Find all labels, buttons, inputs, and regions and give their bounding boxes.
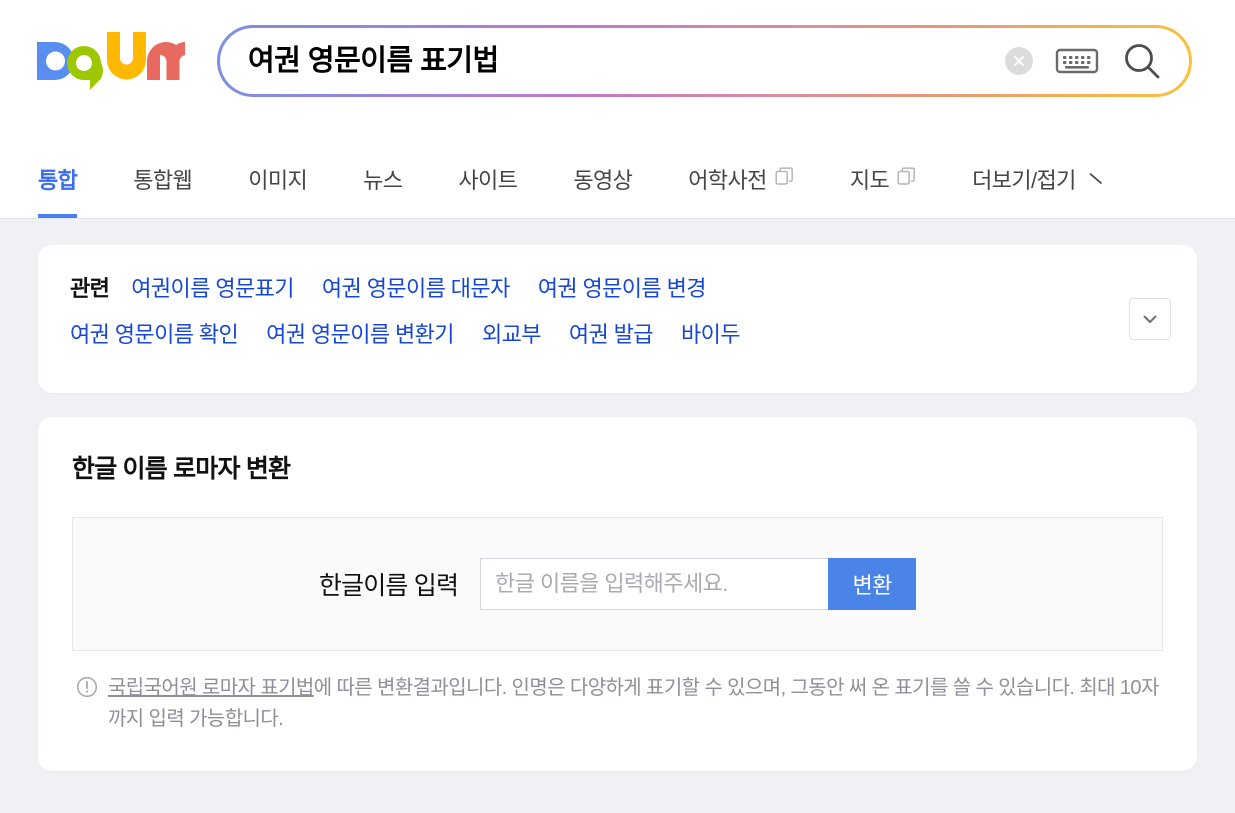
- tab-label: 동영상: [573, 168, 633, 193]
- related-keyword-link[interactable]: 여권 영문이름 확인: [70, 317, 239, 349]
- tab-통합[interactable]: 통합: [38, 143, 78, 218]
- chevron-down-icon: [1143, 315, 1157, 323]
- tab-통합웹[interactable]: 통합웹: [133, 143, 193, 218]
- tab-뉴스[interactable]: 뉴스: [363, 143, 403, 218]
- related-keyword-link[interactable]: 여권이름 영문표기: [131, 271, 294, 303]
- convert-button[interactable]: 변환: [828, 558, 917, 610]
- related-row: 관련 여권이름 영문표기 여권 영문이름 대문자 여권 영문이름 변경: [70, 271, 1097, 303]
- search-icon: [1125, 44, 1160, 79]
- external-link-icon: [897, 166, 916, 192]
- tab-label: 이미지: [248, 168, 308, 193]
- tab-지도[interactable]: 지도: [850, 143, 916, 218]
- page-header: [0, 0, 1235, 143]
- expand-related-button[interactable]: [1129, 298, 1171, 340]
- romanization-card: 한글 이름 로마자 변환 한글이름 입력 변환 국립국어원 로마자 표기법에 따…: [38, 417, 1197, 771]
- tab-label: 지도: [849, 168, 890, 193]
- header-inner: [0, 0, 1235, 97]
- search-tabs: 통합 통합웹 이미지 뉴스 사이트 동영상 어학사전 지도 더보기/접기: [0, 143, 1235, 219]
- tab-label: 더보기/접기: [972, 168, 1076, 193]
- related-row: 여권 영문이름 확인 여권 영문이름 변환기 외교부 여권 발급 바이두: [70, 317, 1097, 349]
- related-keywords-card: 관련 여권이름 영문표기 여권 영문이름 대문자 여권 영문이름 변경 여권 영…: [38, 245, 1197, 393]
- search-input[interactable]: [248, 39, 991, 83]
- romanization-input-label: 한글이름 입력: [318, 572, 459, 600]
- romanization-field-wrap: 변환: [480, 558, 917, 610]
- related-keyword-link[interactable]: 여권 영문이름 변경: [538, 271, 707, 303]
- related-keyword-link[interactable]: 여권 발급: [569, 317, 654, 349]
- tab-사이트[interactable]: 사이트: [458, 143, 518, 218]
- romanization-note-text: 국립국어원 로마자 표기법에 따른 변환결과입니다. 인명은 다양하게 표기할 …: [108, 673, 1163, 735]
- tab-이미지[interactable]: 이미지: [248, 143, 308, 218]
- romanization-note: 국립국어원 로마자 표기법에 따른 변환결과입니다. 인명은 다양하게 표기할 …: [72, 673, 1163, 735]
- daum-logo[interactable]: [35, 30, 185, 92]
- clear-search-button[interactable]: [1005, 47, 1033, 75]
- tab-label: 통합: [38, 168, 78, 193]
- related-keyword-link[interactable]: 여권 영문이름 대문자: [322, 271, 510, 303]
- tab-label: 뉴스: [363, 168, 403, 193]
- search-box: [217, 25, 1192, 97]
- related-keyword-rows: 관련 여권이름 영문표기 여권 영문이름 대문자 여권 영문이름 변경 여권 영…: [70, 271, 1167, 349]
- romanization-input-box: 한글이름 입력 변환: [72, 517, 1163, 651]
- tab-더보기접기[interactable]: 더보기/접기: [972, 143, 1104, 218]
- related-keyword-link[interactable]: 외교부: [482, 317, 542, 349]
- hangul-name-input[interactable]: [480, 558, 829, 610]
- related-keyword-link[interactable]: 여권 영문이름 변환기: [266, 317, 454, 349]
- external-link-icon: [775, 166, 794, 192]
- search-icon-group: [991, 40, 1163, 82]
- national-institute-link[interactable]: 국립국어원 로마자 표기법: [108, 677, 314, 699]
- related-keyword-link[interactable]: 바이두: [681, 317, 741, 349]
- tab-label: 통합웹: [133, 168, 193, 193]
- close-icon: [1014, 56, 1024, 66]
- tab-어학사전[interactable]: 어학사전: [688, 143, 794, 218]
- tab-동영상[interactable]: 동영상: [573, 143, 633, 218]
- tab-label: 어학사전: [688, 168, 767, 193]
- romanization-title: 한글 이름 로마자 변환: [72, 455, 291, 483]
- related-label: 관련: [70, 276, 110, 301]
- daum-logo-icon: [37, 32, 185, 90]
- search-box-inner: [220, 28, 1189, 94]
- tab-label: 사이트: [458, 168, 518, 193]
- keyboard-icon: [1055, 48, 1099, 74]
- search-results: 관련 여권이름 영문표기 여권 영문이름 대문자 여권 영문이름 변경 여권 영…: [0, 219, 1235, 771]
- search-submit-button[interactable]: [1121, 40, 1163, 82]
- chevron-down-icon: [1088, 166, 1104, 192]
- keyboard-button[interactable]: [1055, 45, 1099, 77]
- info-exclamation-icon: [76, 676, 98, 703]
